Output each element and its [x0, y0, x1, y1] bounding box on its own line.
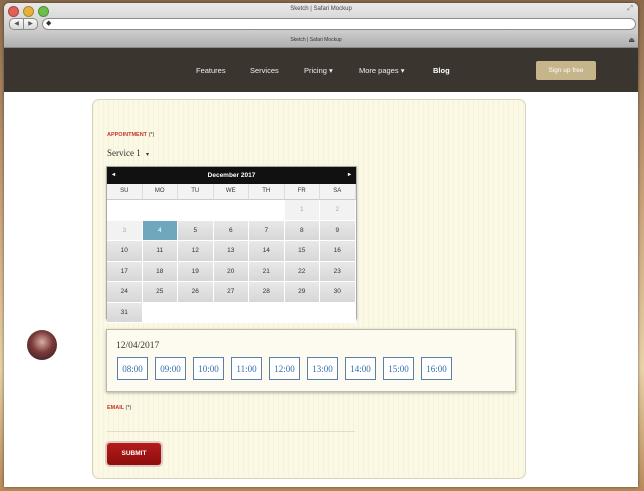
calendar-empty-cell	[178, 302, 214, 323]
email-label: EMAIL (*)	[107, 405, 131, 411]
time-slot-button[interactable]: 08:00	[117, 357, 148, 380]
service-value: Service 1	[107, 148, 141, 158]
signup-button[interactable]: Sign up free	[536, 61, 596, 80]
weekday-header: FR	[284, 184, 320, 200]
forward-button[interactable]: ▶	[24, 18, 38, 30]
calendar-day[interactable]: 21	[249, 261, 285, 282]
time-slot-button[interactable]: 15:00	[383, 357, 414, 380]
weekday-header: MO	[142, 184, 178, 200]
calendar-header: ◂ December 2017 ▸	[107, 167, 356, 184]
nav-more-pages[interactable]: More pages ▾	[359, 66, 404, 75]
calendar-day[interactable]: 25	[142, 282, 178, 303]
submit-button[interactable]: SUBMIT	[107, 443, 161, 465]
nav-services[interactable]: Services	[250, 66, 279, 75]
weekday-header: WE	[213, 184, 249, 200]
calendar-empty-cell	[213, 200, 249, 221]
site-navbar: Features Services Pricing ▾ More pages ▾…	[4, 48, 638, 92]
tab-current[interactable]: Sketch | Safari Mockup	[4, 34, 628, 47]
calendar-empty-cell	[107, 200, 143, 221]
appointment-label-text: APPOINTMENT	[107, 132, 148, 138]
site-icon: ◆	[46, 20, 52, 27]
time-slot-picker: 12/04/2017 08:00 09:00 10:00 11:00 12:00 13:0…	[106, 329, 516, 392]
calendar-empty-cell	[142, 200, 178, 221]
weekday-header: SA	[320, 184, 356, 200]
calendar-day[interactable]: 24	[107, 282, 143, 303]
calendar-day[interactable]: 30	[320, 282, 356, 303]
calendar-day[interactable]: 20	[213, 261, 249, 282]
calendar-day[interactable]: 13	[213, 241, 249, 262]
required-mark: (*)	[148, 132, 155, 138]
time-slot-button[interactable]: 12:00	[269, 357, 300, 380]
user-avatar	[27, 330, 57, 360]
calendar-day[interactable]: 9	[320, 220, 356, 241]
calendar-day[interactable]: 26	[178, 282, 214, 303]
calendar-empty-cell	[213, 302, 249, 323]
time-slots: 08:00 09:00 10:00 11:00 12:00 13:00 14:00 15:00…	[117, 357, 459, 380]
calendar-day[interactable]: 14	[249, 241, 285, 262]
calendar-day[interactable]: 15	[284, 241, 320, 262]
weekday-header: TU	[178, 184, 214, 200]
appointment-label: APPOINTMENT (*)	[107, 132, 154, 138]
calendar-day[interactable]: 10	[107, 241, 143, 262]
weekday-header: TH	[249, 184, 285, 200]
nav-features[interactable]: Features	[196, 66, 226, 75]
calendar-day[interactable]: 19	[178, 261, 214, 282]
title-bar: Sketch | Safari Mockup ⤢ ◀ ▶ ◆	[4, 3, 638, 35]
email-field[interactable]	[107, 431, 355, 432]
nav-pricing[interactable]: Pricing ▾	[304, 66, 333, 75]
calendar-day[interactable]: 3	[107, 220, 143, 241]
calendar-day[interactable]: 2	[320, 200, 356, 221]
time-slot-button[interactable]: 10:00	[193, 357, 224, 380]
calendar-day[interactable]: 29	[284, 282, 320, 303]
calendar-day[interactable]: 31	[107, 302, 143, 323]
time-slot-button[interactable]: 11:00	[231, 357, 262, 380]
calendar-day[interactable]: 22	[284, 261, 320, 282]
calendar-day[interactable]: 7	[249, 220, 285, 241]
time-slot-button[interactable]: 13:00	[307, 357, 338, 380]
calendar-empty-cell	[249, 200, 285, 221]
next-month-button[interactable]: ▸	[348, 167, 351, 184]
calendar-grid: SU MO TU WE TH FR SA 1 2 3 4 5 6 7 8 9 10 11 12 13 14 15 16 17 1…	[107, 184, 356, 323]
calendar-day[interactable]: 1	[284, 200, 320, 221]
appointment-form: APPOINTMENT (*) Service 1 ▾ ◂ December 2…	[92, 99, 526, 479]
calendar-month: December 2017	[207, 172, 256, 179]
calendar-empty-cell	[178, 200, 214, 221]
tab-bar: Sketch | Safari Mockup ⏏	[4, 34, 638, 48]
calendar-day[interactable]: 12	[178, 241, 214, 262]
calendar-empty-cell	[284, 302, 320, 323]
selected-date: 12/04/2017	[116, 341, 160, 351]
history-buttons: ◀ ▶	[9, 18, 38, 30]
date-picker: ◂ December 2017 ▸ SU MO TU WE TH FR SA 1 2 3 4 5 6 7 8…	[106, 166, 357, 323]
calendar-day[interactable]: 23	[320, 261, 356, 282]
calendar-day[interactable]: 17	[107, 261, 143, 282]
calendar-day-selected[interactable]: 4	[142, 220, 178, 241]
email-required-mark: (*)	[125, 405, 132, 411]
nav-blog[interactable]: Blog	[433, 66, 450, 75]
fullscreen-icon[interactable]: ⤢	[627, 5, 633, 13]
time-slot-button[interactable]: 16:00	[421, 357, 452, 380]
weekday-header: SU	[107, 184, 143, 200]
chevron-down-icon: ▾	[146, 152, 150, 158]
service-select[interactable]: Service 1 ▾	[107, 148, 149, 158]
calendar-empty-cell	[320, 302, 356, 323]
browser-window: Sketch | Safari Mockup ⤢ ◀ ▶ ◆ Sketch | …	[4, 3, 638, 487]
calendar-empty-cell	[142, 302, 178, 323]
address-bar[interactable]: ◆	[42, 18, 636, 30]
window-title: Sketch | Safari Mockup	[290, 6, 352, 12]
calendar-day[interactable]: 27	[213, 282, 249, 303]
back-button[interactable]: ◀	[9, 18, 24, 30]
calendar-day[interactable]: 18	[142, 261, 178, 282]
calendar-day[interactable]: 16	[320, 241, 356, 262]
time-slot-button[interactable]: 14:00	[345, 357, 376, 380]
calendar-day[interactable]: 28	[249, 282, 285, 303]
time-slot-button[interactable]: 09:00	[155, 357, 186, 380]
calendar-day[interactable]: 6	[213, 220, 249, 241]
tab-overview-icon[interactable]: ⏏	[628, 34, 635, 47]
calendar-empty-cell	[249, 302, 285, 323]
email-label-text: EMAIL	[107, 405, 125, 411]
calendar-day[interactable]: 8	[284, 220, 320, 241]
calendar-day[interactable]: 11	[142, 241, 178, 262]
calendar-day[interactable]: 5	[178, 220, 214, 241]
